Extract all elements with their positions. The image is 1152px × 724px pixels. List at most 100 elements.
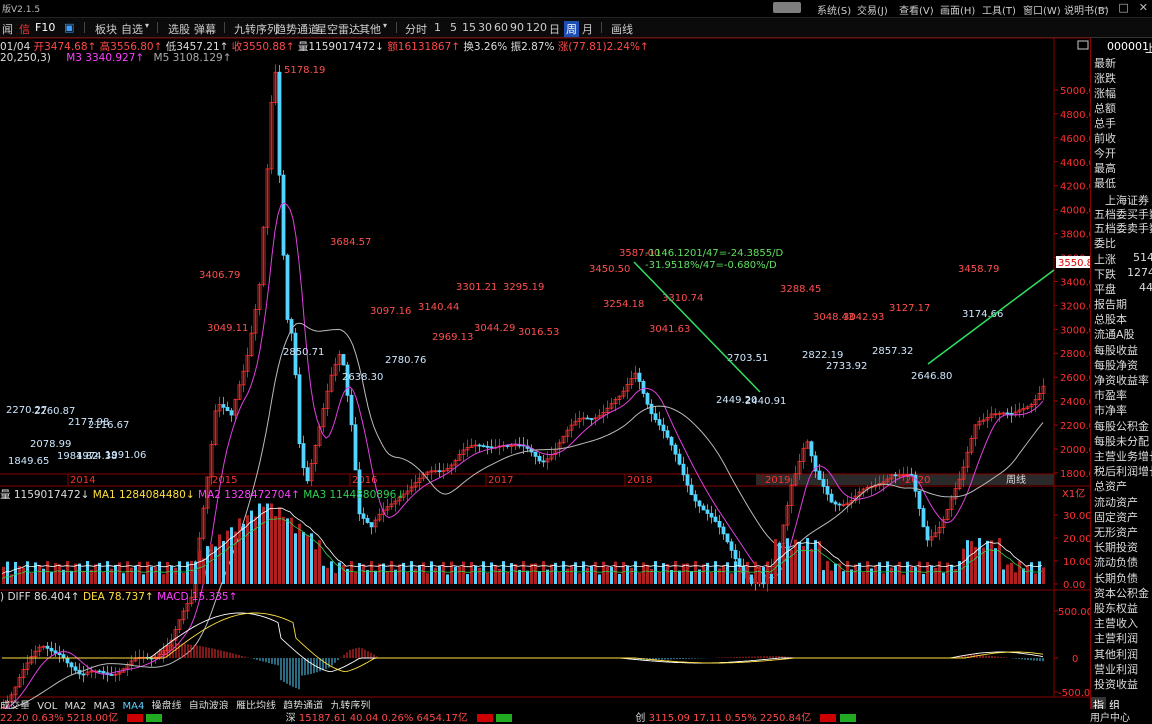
volume-bar <box>542 561 545 584</box>
volume-bar <box>822 570 825 584</box>
dea-line <box>2 612 1044 673</box>
volume-bar <box>854 564 857 584</box>
volume-bar <box>194 561 197 584</box>
volume-bar <box>862 572 865 584</box>
volume-bar <box>374 570 377 584</box>
volume-bar <box>42 568 45 584</box>
volume-bar <box>702 564 705 584</box>
sz-index-status: 15187.61 40.04 0.26% 6454.17亿 <box>298 713 468 724</box>
candle-body <box>589 418 594 420</box>
volume-bar <box>174 567 177 584</box>
candle-body <box>673 444 678 455</box>
finance-row: 报告期 <box>1094 298 1127 311</box>
volume-bar <box>286 518 289 584</box>
volume-bar <box>294 533 297 584</box>
macd-value: MACD 15.335↑ <box>157 591 238 603</box>
volume-bar <box>994 548 997 584</box>
volume-bar <box>586 567 589 584</box>
volume-bar <box>454 566 457 584</box>
volume-bar <box>166 561 169 584</box>
volume-bar <box>210 544 213 584</box>
candle-body <box>285 254 290 320</box>
candle-body <box>485 445 490 448</box>
volume-bar <box>562 561 565 584</box>
volume-bar <box>78 563 81 584</box>
peak-label: 3097.16 <box>370 306 411 317</box>
peak-label: 3174.66 <box>962 309 1003 320</box>
candle-body <box>361 513 366 519</box>
price-axis-label: 5000.00 <box>1060 86 1090 97</box>
price-axis-label: 3800.00 <box>1060 230 1090 241</box>
price-axis-label: 3000.00 <box>1060 325 1090 336</box>
volume-bar <box>1002 569 1005 584</box>
volume-bar <box>634 561 637 584</box>
price-axis-label: 1800.00 <box>1060 469 1090 480</box>
candle-body <box>225 406 230 412</box>
volume-bar <box>918 561 921 584</box>
volume-bar <box>354 571 357 584</box>
price-axis-label: 3200.00 <box>1060 301 1090 312</box>
peak-label: 2780.76 <box>385 355 426 366</box>
volume-bar <box>26 561 29 584</box>
finance-row: 资本公积金 <box>1094 586 1149 600</box>
candle-body <box>717 521 722 528</box>
sh-index-status: 22.20 0.63% 5218.00亿 <box>0 713 119 724</box>
price-axis-label: 2400.00 <box>1060 397 1090 408</box>
volume-bar <box>58 564 61 584</box>
volume-bar <box>334 572 337 584</box>
volume-bar <box>1018 561 1021 584</box>
close-icon[interactable]: ✕ <box>1139 1 1148 14</box>
volume-bar <box>530 563 533 584</box>
candle-body <box>729 541 734 551</box>
macd-axis-label: 0 <box>1072 654 1078 665</box>
volume-bar <box>646 564 649 584</box>
volume-bar <box>758 566 761 584</box>
candle-body <box>833 501 838 505</box>
candle-body <box>61 654 66 659</box>
volume-bar <box>82 570 85 584</box>
volume-bar <box>690 571 693 584</box>
peak-label: 2260.87 <box>34 406 75 417</box>
candle-body <box>817 470 822 480</box>
finance-row: 总资产 <box>1094 480 1127 494</box>
candle-body <box>65 657 70 664</box>
volume-bar <box>306 535 309 584</box>
volume-bar <box>50 571 53 584</box>
volume-bar <box>906 561 909 584</box>
macd-axis-label: -500.00 <box>1058 688 1090 699</box>
volume-bar <box>434 567 437 584</box>
volume-bar <box>70 570 73 584</box>
candle-body <box>733 549 738 560</box>
volume-bar <box>466 574 469 584</box>
ma3-line <box>1 202 1044 711</box>
volume-axis-label: 0.00 <box>1063 580 1085 591</box>
volume-bar <box>890 567 893 584</box>
volume-bar <box>302 532 305 584</box>
finance-row: 每股公积金 <box>1094 419 1149 433</box>
volume-bar <box>598 574 601 584</box>
volume-bar <box>818 541 821 584</box>
volume-bar <box>154 566 157 584</box>
volume-bar <box>450 561 453 584</box>
candle-body <box>665 430 670 438</box>
volume-bar <box>398 564 401 584</box>
volume-bar <box>678 570 681 584</box>
volume-bar <box>386 570 389 584</box>
minimize-icon[interactable]: — <box>1097 1 1108 14</box>
volume-bar <box>734 561 737 584</box>
candle-body <box>481 445 486 448</box>
peak-label: 1849.65 <box>8 456 49 467</box>
window-toggle-icon[interactable] <box>1077 40 1089 50</box>
volume-bar <box>230 527 233 584</box>
finance-row: 总股本 <box>1094 313 1127 327</box>
maximize-icon[interactable]: □ <box>1118 1 1128 14</box>
user-center[interactable]: 用户中心 <box>1090 709 1130 724</box>
candle-body <box>645 393 650 405</box>
volume-bar <box>426 573 429 584</box>
row-ask5: 五档委卖手数 <box>1094 222 1152 235</box>
sz-flag-icon-2 <box>496 714 513 722</box>
volume-bar <box>202 558 205 584</box>
row-open: 今开 <box>1094 147 1116 160</box>
volume-bar <box>290 517 293 584</box>
kline-chart[interactable]: 2014201520162017201820192020 5000.004800… <box>0 0 1090 720</box>
